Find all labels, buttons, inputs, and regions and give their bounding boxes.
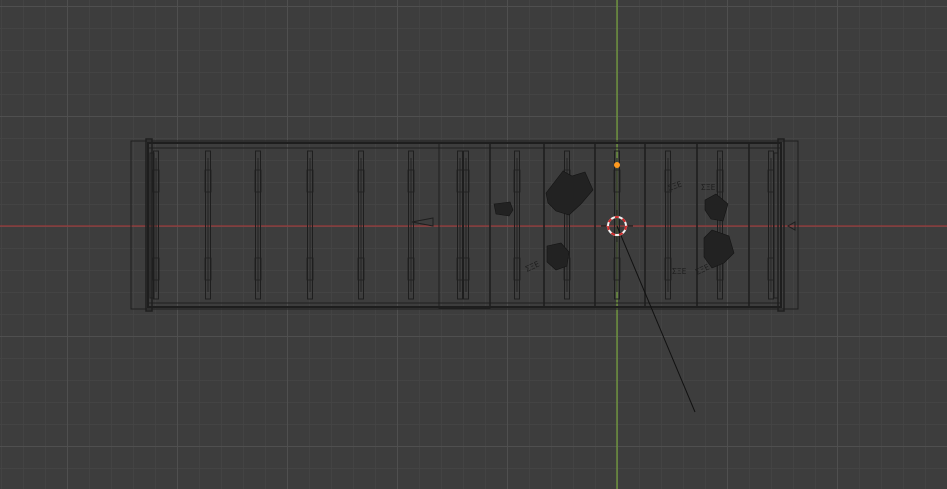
corrugation-panels [152,150,775,300]
debris-piece [546,242,570,271]
debris-label: ΣΞΕ [524,259,541,273]
debris-piece [704,193,729,222]
debris-label: ΣΞΕ [701,183,716,192]
debris-piece [493,201,514,217]
debris-label: ΣΞΕ [667,179,684,192]
origin-point[interactable] [614,162,620,168]
container-frame[interactable] [130,138,799,312]
viewport-scene[interactable]: ΣΞΕ ΣΞΕ ΣΞΕ ΣΞΕ ΣΞΕ [0,0,947,489]
container-outer-outline [130,140,799,310]
3d-viewport[interactable]: ΣΞΕ ΣΞΕ ΣΞΕ ΣΞΕ ΣΞΕ [0,0,947,489]
debris-piece [545,170,594,216]
debris-label: ΣΞΕ [672,267,687,276]
container-body-outline [147,142,782,308]
debris-piece [703,229,735,269]
camera[interactable] [616,225,696,413]
triangle-marker [411,217,434,227]
